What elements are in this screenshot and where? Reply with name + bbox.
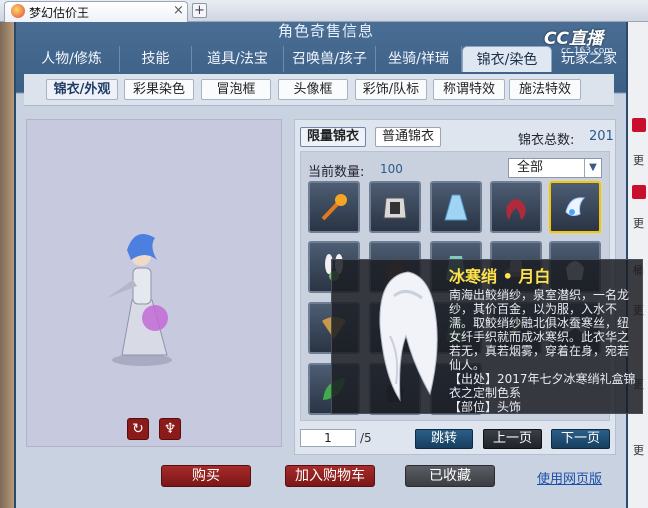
background-page-left [0, 22, 14, 508]
page-total: /5 [360, 431, 372, 445]
next-page-button[interactable]: 下一页 [551, 429, 610, 449]
subtab-bubble-frame[interactable]: 冒泡框 [201, 79, 271, 100]
chevron-down-icon[interactable]: ▼ [584, 159, 601, 177]
tooltip-description: 南海出鲛绡纱，泉室潜织，一名龙纱，其价百金，以为服，入水不濡。取鲛绡纱融北俱冰蚕… [449, 288, 630, 372]
outfit-item-mace[interactable] [308, 181, 360, 233]
total-count-label: 锦衣总数: [518, 133, 575, 148]
browser-tab[interactable]: 梦幻估价王 × [4, 1, 188, 22]
character-preview: ↻ ♆ [26, 119, 282, 447]
total-count-value: 201 [589, 129, 614, 144]
side-badge [632, 118, 646, 132]
tab-title: 梦幻估价王 [29, 6, 90, 20]
close-icon[interactable]: × [173, 3, 184, 18]
item-preview-image [379, 271, 438, 402]
current-count-label: 当前数量: [308, 165, 365, 180]
subtab-title-effect[interactable]: 称谓特效 [433, 79, 505, 100]
outfit-item-red-hair[interactable] [490, 181, 542, 233]
web-version-link[interactable]: 使用网页版 [537, 468, 602, 487]
side-text: 更 [633, 154, 644, 167]
tab-skills[interactable]: 技能 [120, 46, 192, 72]
new-tab-button[interactable]: + [192, 3, 207, 18]
subtab-avatar-frame[interactable]: 头像框 [278, 79, 348, 100]
favorited-button[interactable]: 已收藏 [405, 465, 495, 487]
outfit-item-blue-dress[interactable] [430, 181, 482, 233]
side-text: 更 [633, 444, 644, 457]
jump-button[interactable]: 跳转 [415, 429, 473, 449]
pose-button[interactable]: ♆ [159, 418, 181, 440]
normal-outfit-toggle[interactable]: 普通锦衣 [375, 127, 441, 147]
tab-character[interactable]: 人物/修炼 [24, 46, 120, 72]
tab-pets[interactable]: 召唤兽/孩子 [284, 46, 376, 72]
page-number-input[interactable]: 1 [300, 429, 356, 447]
tab-items[interactable]: 道具/法宝 [192, 46, 284, 72]
outfit-item-armor[interactable] [369, 181, 421, 233]
tab-mounts[interactable]: 坐骑/祥瑞 [376, 46, 462, 72]
current-count-value: 100 [380, 162, 403, 176]
limited-outfit-toggle[interactable]: 限量锦衣 [300, 127, 366, 147]
tooltip-title: 冰寒绡 • 月白 [449, 267, 551, 286]
prev-page-button[interactable]: 上一页 [483, 429, 542, 449]
app-logo-icon [11, 4, 25, 18]
item-tooltip: 冰寒绡 • 月白 南海出鲛绡纱，泉室潜织，一名龙纱，其价百金，以为服，入水不濡。… [331, 259, 643, 414]
dress-icon [444, 194, 468, 221]
tab-outfits[interactable]: 锦衣/染色 [462, 46, 552, 72]
subtab-cast-effect[interactable]: 施法特效 [509, 79, 581, 100]
side-text: 更 [633, 217, 644, 230]
subtab-outfit-look[interactable]: 锦衣/外观 [46, 79, 118, 100]
character-figure [107, 234, 172, 366]
add-to-cart-button[interactable]: 加入购物车 [285, 465, 375, 487]
rotate-button[interactable]: ↻ [127, 418, 149, 440]
hair-icon [506, 199, 526, 220]
armor-icon [383, 197, 407, 219]
side-badge [632, 185, 646, 199]
buy-button[interactable]: 购买 [161, 465, 251, 487]
tab-player-home[interactable]: 玩家之家 [552, 46, 626, 72]
subtab-dye[interactable]: 彩果染色 [124, 79, 194, 100]
panel-title: 角色奇售信息 [277, 22, 374, 40]
tooltip-source: 【出处】2017年七夕冰寒绡礼盒锦衣之定制色系 【部位】头饰 [449, 372, 636, 414]
outfit-item-ice-headwear[interactable] [549, 181, 601, 233]
headwear-icon [565, 197, 586, 217]
mace-icon [321, 194, 347, 221]
subtab-decoration[interactable]: 彩饰/队标 [355, 79, 427, 100]
